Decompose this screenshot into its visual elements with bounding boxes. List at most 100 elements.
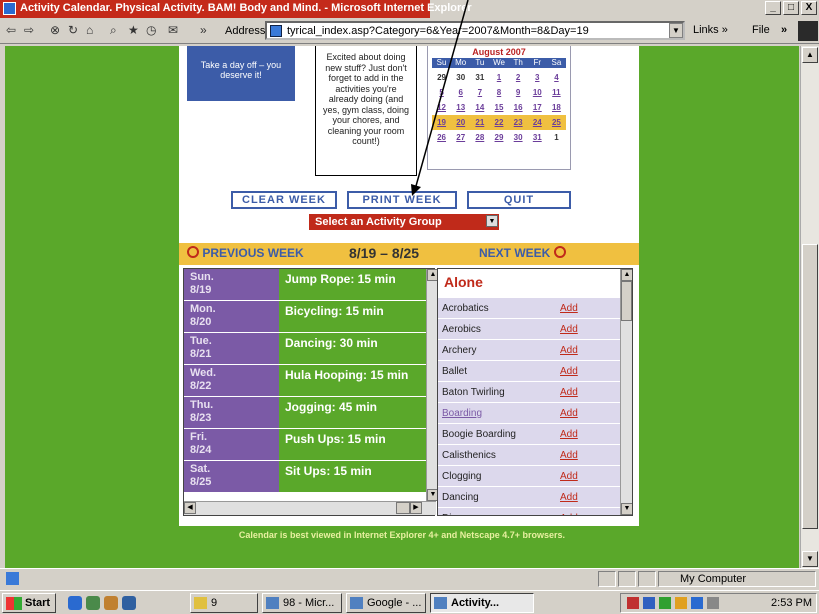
calendar-day[interactable]: 19 xyxy=(432,115,451,130)
day-activity[interactable]: Hula Hooping: 15 min xyxy=(279,365,434,396)
clear-week-button[interactable]: CLEAR WEEK xyxy=(231,191,337,209)
scroll-right-icon[interactable]: ▶ xyxy=(410,502,422,514)
activity-list-scrollbar[interactable]: ▲ ▼ xyxy=(620,269,632,515)
calendar-day[interactable]: 25 xyxy=(547,115,566,130)
calendar-day[interactable]: 16 xyxy=(509,100,528,115)
volume-icon[interactable] xyxy=(707,597,719,609)
calendar-day[interactable]: 8 xyxy=(489,85,508,100)
day-activity[interactable]: Dancing: 30 min xyxy=(279,333,434,364)
calendar-day[interactable]: 27 xyxy=(451,130,470,145)
activity-name-link[interactable]: Boarding xyxy=(438,403,556,423)
day-activity[interactable]: Jump Rope: 15 min xyxy=(279,269,434,300)
print-week-button[interactable]: PRINT WEEK xyxy=(347,191,457,209)
calendar-day[interactable]: 10 xyxy=(528,85,547,100)
quit-button[interactable]: QUIT xyxy=(467,191,571,209)
tray-icon[interactable] xyxy=(643,597,655,609)
calendar-day[interactable]: 9 xyxy=(509,85,528,100)
stop-icon[interactable]: ⊗ xyxy=(50,23,60,37)
activity-group-select[interactable]: Select an Activity Group ▼ xyxy=(309,214,499,230)
scroll-up-icon[interactable]: ▲ xyxy=(621,269,632,281)
calendar-day[interactable]: 29 xyxy=(489,130,508,145)
calendar-day[interactable]: 15 xyxy=(489,100,508,115)
address-dropdown-icon[interactable]: ▼ xyxy=(669,23,683,38)
calendar-day[interactable]: 13 xyxy=(451,100,470,115)
calendar-day[interactable]: 4 xyxy=(547,70,566,85)
day-activity[interactable]: Sit Ups: 15 min xyxy=(279,461,434,492)
dropdown-arrow-icon[interactable]: ▼ xyxy=(486,215,498,227)
media-quicklaunch-icon[interactable] xyxy=(104,596,118,610)
clock[interactable]: 2:53 PM xyxy=(771,597,812,609)
schedule-horizontal-scrollbar[interactable]: ◀ ▶ xyxy=(184,501,436,515)
taskbar-task-folder[interactable]: 9 xyxy=(190,593,258,613)
home-icon[interactable]: ⌂ xyxy=(86,23,93,37)
file-menu[interactable]: File xyxy=(752,24,770,36)
calendar-day[interactable]: 21 xyxy=(470,115,489,130)
close-button[interactable]: X xyxy=(801,1,817,15)
maximize-button[interactable]: □ xyxy=(783,1,799,15)
calendar-day[interactable]: 23 xyxy=(509,115,528,130)
previous-week-link[interactable]: PREVIOUS WEEK xyxy=(187,246,304,260)
calendar-day[interactable]: 22 xyxy=(489,115,508,130)
links-button[interactable]: Links » xyxy=(693,24,728,36)
week-date-range: 8/19 – 8/25 xyxy=(349,245,420,261)
ie-quicklaunch-icon[interactable] xyxy=(68,596,82,610)
scroll-left-icon[interactable]: ◀ xyxy=(184,502,196,514)
calendar-day[interactable]: 20 xyxy=(451,115,470,130)
day-activity[interactable]: Push Ups: 15 min xyxy=(279,429,434,460)
calendar-day[interactable]: 2 xyxy=(509,70,528,85)
history-icon[interactable]: ◷ xyxy=(146,23,156,37)
mail-icon[interactable]: ✉ xyxy=(168,23,178,37)
scroll-down-icon[interactable]: ▼ xyxy=(621,503,632,515)
more-tools-icon[interactable]: » xyxy=(200,23,207,37)
scroll-down-icon[interactable]: ▼ xyxy=(802,551,818,567)
next-week-link[interactable]: NEXT WEEK xyxy=(479,246,566,260)
folder-icon xyxy=(194,597,207,609)
calendar-day[interactable]: 7 xyxy=(470,85,489,100)
calendar-day[interactable]: 28 xyxy=(470,130,489,145)
outlook-quicklaunch-icon[interactable] xyxy=(122,596,136,610)
scroll-thumb[interactable] xyxy=(621,281,632,321)
taskbar-task-google[interactable]: Google - ... xyxy=(346,593,426,613)
calendar-day[interactable]: 11 xyxy=(547,85,566,100)
refresh-icon[interactable]: ↻ xyxy=(68,23,78,37)
status-cell xyxy=(638,571,656,587)
calendar-day[interactable]: 17 xyxy=(528,100,547,115)
title-bar-active: Activity Calendar. Physical Activity. BA… xyxy=(0,0,472,18)
forward-icon[interactable]: ⇨ xyxy=(24,23,34,37)
calendar-day[interactable]: 6 xyxy=(451,85,470,100)
calendar-day[interactable]: 1 xyxy=(489,70,508,85)
back-icon[interactable]: ⇦ xyxy=(6,23,16,37)
calendar-day[interactable]: 30 xyxy=(509,130,528,145)
calendar-day[interactable]: 18 xyxy=(547,100,566,115)
calendar-day[interactable]: 24 xyxy=(528,115,547,130)
calendar-day[interactable]: 14 xyxy=(470,100,489,115)
scroll-thumb[interactable] xyxy=(396,502,410,514)
menu-more-button[interactable]: » xyxy=(781,24,787,36)
desktop-quicklaunch-icon[interactable] xyxy=(86,596,100,610)
favorites-icon[interactable]: ★ xyxy=(128,23,139,37)
scroll-thumb[interactable] xyxy=(802,244,818,529)
day-label: Thu. 8/23 xyxy=(184,397,279,428)
calendar-day[interactable]: 31 xyxy=(528,130,547,145)
tray-icon[interactable] xyxy=(691,597,703,609)
calendar-day[interactable]: 3 xyxy=(528,70,547,85)
day-activity[interactable]: Jogging: 45 min xyxy=(279,397,434,428)
tray-icon[interactable] xyxy=(659,597,671,609)
minimize-button[interactable]: _ xyxy=(765,1,781,15)
calendar-day[interactable]: 12 xyxy=(432,100,451,115)
search-icon[interactable]: ⌕ xyxy=(110,23,117,38)
day-date: 8/19 xyxy=(190,284,212,296)
tray-icon[interactable] xyxy=(627,597,639,609)
taskbar-task-word[interactable]: 98 - Micr... xyxy=(262,593,342,613)
day-activity[interactable]: Bicycling: 15 min xyxy=(279,301,434,332)
calendar-day[interactable]: 26 xyxy=(432,130,451,145)
start-button[interactable]: Start xyxy=(2,593,56,613)
page-vertical-scrollbar[interactable]: ▲ ▼ xyxy=(800,46,819,568)
address-bar[interactable]: tyrical_index.asp?Category=6&Year=2007&M… xyxy=(265,21,685,40)
scroll-up-icon[interactable]: ▲ xyxy=(802,47,818,63)
schedule-row: Mon. 8/20 Bicycling: 15 min xyxy=(184,301,434,333)
calendar-day[interactable]: 5 xyxy=(432,85,451,100)
taskbar-task-activity[interactable]: Activity... xyxy=(430,593,534,613)
tray-icon[interactable] xyxy=(675,597,687,609)
activity-name: Dancing xyxy=(442,492,479,503)
